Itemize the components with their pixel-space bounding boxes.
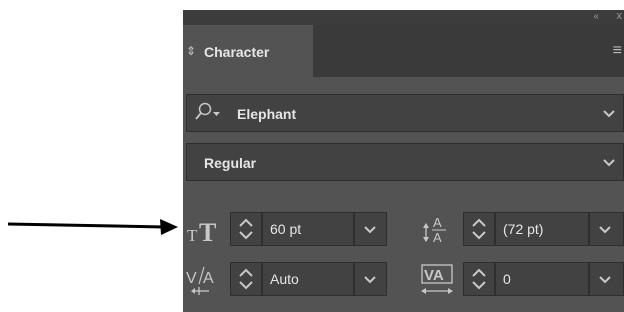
font-size-stepper[interactable]: [230, 212, 262, 246]
search-icon[interactable]: [193, 101, 223, 123]
chevron-down-icon[interactable]: [603, 159, 615, 167]
chevron-down-icon[interactable]: [599, 276, 611, 284]
close-icon[interactable]: x: [617, 10, 623, 22]
svg-text:VA: VA: [424, 267, 444, 284]
panel-title-strip: ‹‹ x: [183, 10, 624, 25]
tracking-icon: VA: [421, 264, 453, 294]
chevron-down-icon[interactable]: [364, 276, 376, 284]
font-size-icon: T T: [187, 218, 216, 245]
kerning-input[interactable]: Auto: [262, 262, 354, 296]
svg-text:V: V: [186, 270, 197, 287]
tracking-value: 0: [503, 271, 511, 287]
chevron-down-icon[interactable]: [599, 226, 611, 234]
font-family-value: Elephant: [237, 106, 297, 122]
tracking-input[interactable]: 0: [495, 262, 589, 296]
kerning-value: Auto: [270, 271, 299, 287]
svg-text:A: A: [433, 230, 442, 245]
character-panel: ‹‹ x ⇕ Character ≡ Elephant Regular T T: [183, 10, 624, 312]
panel-menu-icon[interactable]: ≡: [613, 42, 622, 60]
font-size-dropdown[interactable]: [354, 212, 387, 246]
font-size-input[interactable]: 60 pt: [262, 212, 354, 246]
annotation-arrow: [7, 219, 178, 235]
collapse-icon[interactable]: ‹‹: [593, 11, 599, 22]
font-family-field[interactable]: Elephant: [186, 94, 624, 132]
svg-text:A: A: [433, 215, 442, 230]
panel-tab-row: ⇕ Character ≡: [183, 25, 624, 77]
font-style-field[interactable]: Regular: [186, 143, 624, 181]
tracking-dropdown[interactable]: [589, 262, 624, 296]
leading-input[interactable]: (72 pt): [495, 212, 589, 246]
tab-label: Character: [204, 44, 270, 60]
chevron-down-icon[interactable]: [364, 226, 376, 234]
svg-text:T: T: [199, 218, 216, 245]
font-size-value: 60 pt: [270, 221, 302, 237]
leading-stepper[interactable]: [463, 212, 495, 246]
kerning-icon: V A: [186, 266, 214, 295]
font-style-value: Regular: [204, 155, 257, 171]
kerning-dropdown[interactable]: [354, 262, 387, 296]
leading-value: (72 pt): [503, 221, 544, 237]
collapse-arrows-icon[interactable]: ⇕: [186, 44, 196, 58]
chevron-down-icon[interactable]: [603, 110, 615, 118]
kerning-stepper[interactable]: [230, 262, 262, 296]
tab-character[interactable]: ⇕ Character: [183, 25, 313, 77]
svg-text:T: T: [187, 226, 198, 245]
leading-icon: A A: [423, 215, 446, 245]
svg-text:A: A: [203, 270, 214, 287]
tracking-stepper[interactable]: [463, 262, 495, 296]
leading-dropdown[interactable]: [589, 212, 624, 246]
